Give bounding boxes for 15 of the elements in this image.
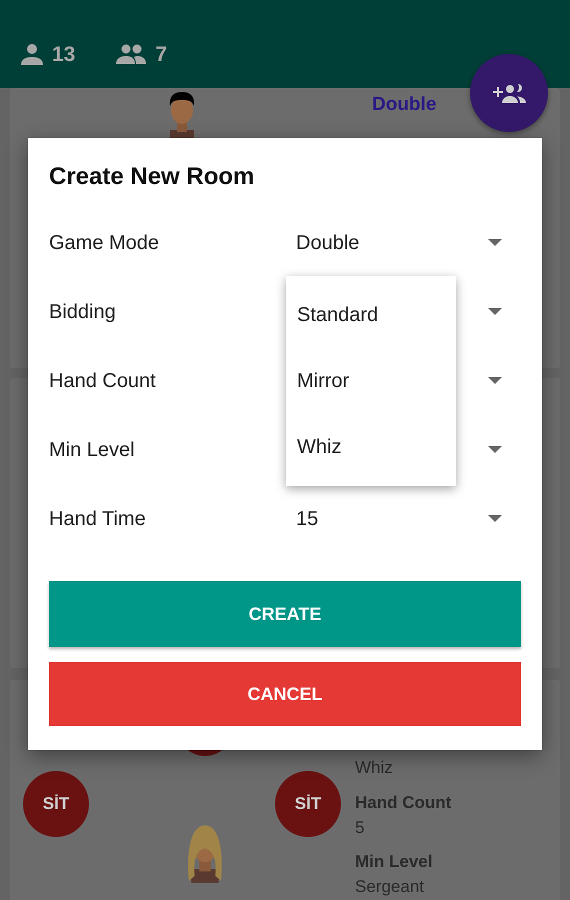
- field-value: 15: [296, 506, 320, 532]
- field-label: Game Mode: [49, 230, 160, 256]
- field-value: Double: [296, 230, 360, 256]
- group-count: 7: [155, 42, 168, 68]
- detail-value: Whiz: [355, 757, 394, 779]
- dialog-title: Create New Room: [49, 162, 256, 192]
- detail-label: Min Level: [355, 851, 434, 873]
- field-label: Hand Count: [49, 368, 157, 394]
- field-label: Hand Time: [49, 506, 147, 532]
- detail-label: Hand Count: [355, 792, 452, 814]
- field-label: Min Level: [49, 438, 136, 462]
- field-label: Bidding: [49, 300, 117, 324]
- detail-value: Sergeant: [355, 876, 425, 898]
- detail-value: 5: [355, 817, 366, 839]
- player-count: 13: [52, 42, 76, 68]
